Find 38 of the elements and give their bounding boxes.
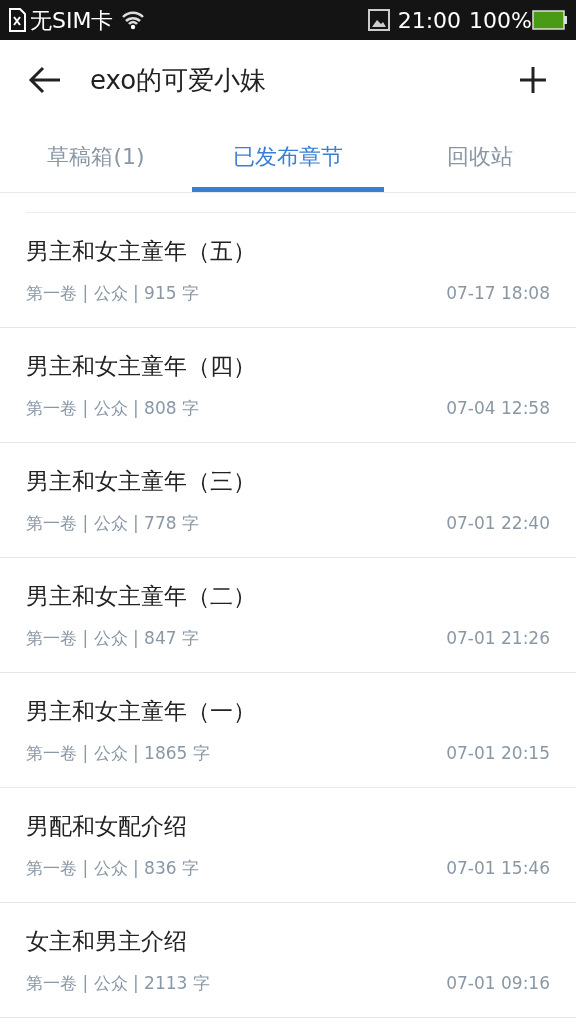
carrier-text: 无SIM卡 xyxy=(30,6,114,35)
chapter-title: 男主和女主童年（一） xyxy=(26,697,257,726)
add-button[interactable] xyxy=(518,65,548,95)
chapter-title: 男主和女主童年（五） xyxy=(26,237,257,266)
chapter-title: 男配和女配介绍 xyxy=(26,812,188,841)
book-title: exo的可爱小妹 xyxy=(90,63,268,97)
chapter-item[interactable]: 男主和女主童年（二） 第一卷 | 公众 | 847 字 07-01 21:26 xyxy=(0,558,576,673)
chapter-meta: 第一卷 | 公众 | 2113 字 xyxy=(26,971,210,995)
chapter-item[interactable]: 男配和女配介绍 第一卷 | 公众 | 836 字 07-01 15:46 xyxy=(0,788,576,903)
chapter-item[interactable]: 男主和女主童年（四） 第一卷 | 公众 | 808 字 07-04 12:58 xyxy=(0,328,576,443)
chapter-item[interactable]: 女主和男主介绍 第一卷 | 公众 | 2113 字 07-01 09:16 xyxy=(0,903,576,1018)
chapter-title: 男主和女主童年（三） xyxy=(26,467,257,496)
chapter-meta: 第一卷 | 公众 | 836 字 xyxy=(26,856,199,880)
chapter-item[interactable]: 男主和女主童年（一） 第一卷 | 公众 | 1865 字 07-01 20:15 xyxy=(0,673,576,788)
chapter-title: 男主和女主童年（二） xyxy=(26,582,257,611)
chapter-date: 07-01 21:26 xyxy=(446,626,550,650)
chapter-meta: 第一卷 | 公众 | 778 字 xyxy=(26,511,199,535)
chapter-meta: 第一卷 | 公众 | 847 字 xyxy=(26,626,199,650)
chapter-title: 女主和男主介绍 xyxy=(26,927,188,956)
chapter-date: 07-01 09:16 xyxy=(446,971,550,995)
chapter-date: 07-04 12:58 xyxy=(446,396,550,420)
chapter-date: 07-01 15:46 xyxy=(446,856,550,880)
tab[interactable]: 已发布章节 xyxy=(192,120,384,192)
image-icon xyxy=(367,9,390,31)
chapter-meta: 第一卷 | 公众 | 915 字 xyxy=(26,281,199,305)
chapter-item[interactable]: 男主和女主童年（三） 第一卷 | 公众 | 778 字 07-01 22:40 xyxy=(0,443,576,558)
battery-icon xyxy=(532,10,568,30)
sim-card-icon xyxy=(8,8,26,32)
clock-text: 21:00 xyxy=(397,6,462,35)
wifi-icon xyxy=(121,10,146,30)
chapter-item[interactable]: 男主和女主童年（五） 第一卷 | 公众 | 915 字 07-17 18:08 xyxy=(0,213,576,328)
chapter-meta: 第一卷 | 公众 | 1865 字 xyxy=(26,741,210,765)
chapter-meta: 第一卷 | 公众 | 808 字 xyxy=(26,396,199,420)
battery-text: 100% xyxy=(469,6,532,35)
chapter-date: 07-01 22:40 xyxy=(446,511,550,535)
chapter-date: 07-17 18:08 xyxy=(446,281,550,305)
chapter-title: 男主和女主童年（四） xyxy=(26,352,257,381)
chapter-date: 07-01 20:15 xyxy=(446,741,550,765)
